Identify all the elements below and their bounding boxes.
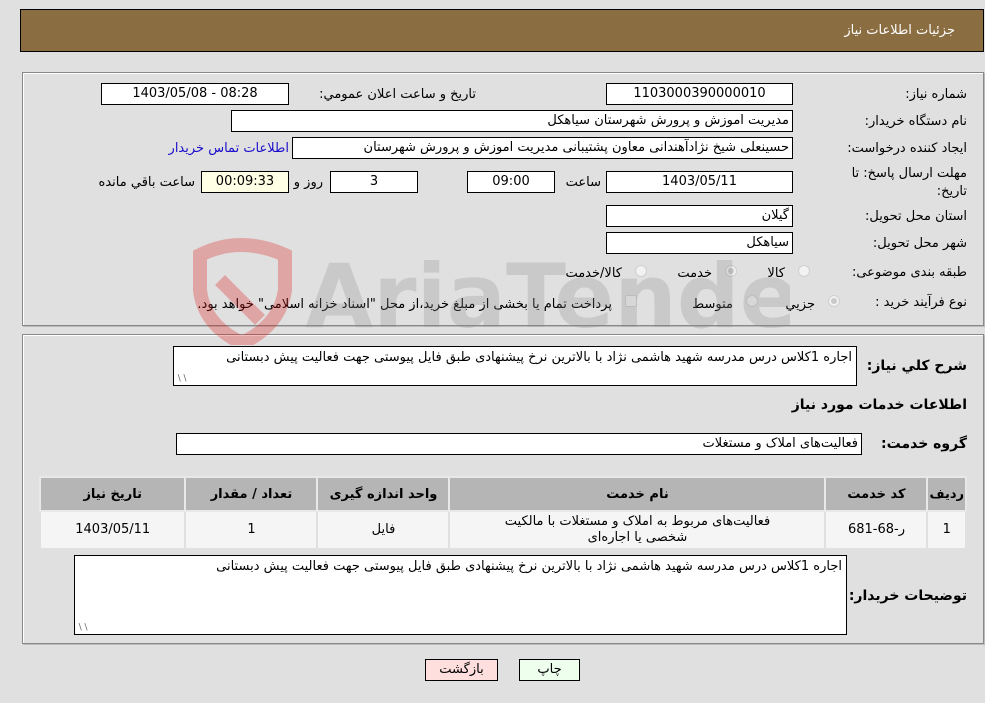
deadline-time-label: ساعت bbox=[565, 175, 601, 190]
col-header-unit: واحد اندازه گیری bbox=[316, 476, 451, 512]
col-header-row: ردیف bbox=[926, 476, 967, 512]
category-option-goods: کالا bbox=[767, 266, 785, 281]
category-radio-goods-service[interactable] bbox=[635, 265, 647, 277]
province-label: استان محل تحویل: bbox=[865, 209, 967, 224]
resize-grip-icon[interactable]: ∖∖ bbox=[77, 624, 88, 633]
buyer-notes-label: توضیحات خریدار: bbox=[848, 588, 967, 604]
page-header: جزئیات اطلاعات نیاز bbox=[20, 9, 984, 52]
services-table: ردیف کد خدمت نام خدمت واحد اندازه گیری ت… bbox=[38, 476, 967, 550]
summary-text: اجاره 1کلاس درس مدرسه شهید هاشمی نژاد با… bbox=[226, 350, 852, 365]
purchase-type-label: نوع فرآیند خرید : bbox=[875, 295, 967, 310]
buyer-org-field[interactable]: مدیریت اموزش و پرورش شهرستان سیاهکل bbox=[231, 110, 793, 132]
remaining-time-label: ساعت باقي مانده bbox=[98, 175, 195, 190]
requester-label: ایجاد کننده درخواست: bbox=[847, 141, 967, 156]
buyer-org-label: نام دستگاه خریدار: bbox=[864, 114, 967, 129]
resize-grip-icon[interactable]: ∖∖ bbox=[176, 375, 187, 384]
cell-row: 1 bbox=[926, 510, 967, 550]
category-radio-goods[interactable] bbox=[798, 265, 810, 277]
remaining-days-field[interactable]: 3 bbox=[330, 171, 418, 193]
cell-unit: فایل bbox=[316, 510, 451, 550]
purchase-radio-medium[interactable] bbox=[746, 295, 758, 307]
deadline-label: مهلت ارسال پاسخ: تا تاریخ: bbox=[851, 166, 967, 199]
services-section-title: اطلاعات خدمات مورد نیاز bbox=[791, 397, 967, 413]
table-header-row: ردیف کد خدمت نام خدمت واحد اندازه گیری ت… bbox=[38, 476, 967, 512]
city-label: شهر محل تحویل: bbox=[872, 236, 967, 251]
category-option-goods-service: کالا/خدمت bbox=[565, 266, 622, 281]
treasury-note: پرداخت تمام یا بخشی از مبلغ خرید،از محل … bbox=[197, 297, 612, 312]
treasury-checkbox[interactable] bbox=[625, 295, 637, 307]
page-title: جزئیات اطلاعات نیاز bbox=[844, 23, 955, 38]
remaining-time-field: 00:09:33 bbox=[201, 171, 289, 193]
province-field[interactable]: گیلان bbox=[606, 205, 793, 227]
cell-name: فعالیت‌های مربوط به املاک و مستغلات با م… bbox=[448, 510, 827, 550]
cell-code: ر-68-681 bbox=[824, 510, 929, 550]
service-group-field[interactable]: فعالیت‌های املاک و مستغلات bbox=[176, 433, 862, 455]
buyer-notes-textarea[interactable]: اجاره 1کلاس درس مدرسه شهید هاشمی نژاد با… bbox=[74, 555, 847, 635]
category-radio-service[interactable] bbox=[725, 265, 737, 277]
cell-quantity: 1 bbox=[184, 510, 319, 550]
need-number-label: شماره نیاز: bbox=[905, 87, 967, 102]
table-row: 1 ر-68-681 فعالیت‌های مربوط به املاک و م… bbox=[38, 510, 967, 550]
announce-datetime-label: تاریخ و ساعت اعلان عمومي: bbox=[319, 87, 476, 102]
deadline-time-field[interactable]: 09:00 bbox=[467, 171, 555, 193]
col-header-name: نام خدمت bbox=[448, 476, 827, 512]
cell-date: 1403/05/11 bbox=[38, 510, 187, 550]
col-header-date: تاریخ نیاز bbox=[38, 476, 187, 512]
purchase-radio-minor[interactable] bbox=[828, 295, 840, 307]
purchase-option-minor: جزیي bbox=[785, 297, 815, 312]
purchase-option-medium: متوسط bbox=[692, 297, 733, 312]
print-button[interactable]: چاپ bbox=[519, 659, 580, 681]
announce-datetime-field[interactable]: 1403/05/08 - 08:28 bbox=[101, 83, 289, 105]
summary-textarea[interactable]: اجاره 1کلاس درس مدرسه شهید هاشمی نژاد با… bbox=[173, 346, 857, 386]
summary-label: شرح کلي نیاز: bbox=[866, 358, 967, 374]
requester-field[interactable]: حسینعلی شیخ نژادآهندانی معاون پشتیبانی م… bbox=[292, 137, 793, 159]
buyer-contact-link[interactable]: اطلاعات تماس خریدار bbox=[169, 141, 289, 156]
need-number-field[interactable]: 1103000390000010 bbox=[606, 83, 793, 105]
category-label: طبقه بندی موضوعی: bbox=[851, 265, 967, 280]
service-group-label: گروه خدمت: bbox=[881, 436, 967, 452]
days-label: روز و bbox=[293, 175, 323, 190]
city-field[interactable]: سیاهکل bbox=[606, 232, 793, 254]
category-option-service: خدمت bbox=[677, 266, 712, 281]
back-button[interactable]: بازگشت bbox=[425, 659, 498, 681]
col-header-code: کد خدمت bbox=[824, 476, 929, 512]
deadline-date-field[interactable]: 1403/05/11 bbox=[606, 171, 793, 193]
col-header-quantity: تعداد / مقدار bbox=[184, 476, 319, 512]
buyer-notes-text: اجاره 1کلاس درس مدرسه شهید هاشمی نژاد با… bbox=[216, 559, 842, 574]
